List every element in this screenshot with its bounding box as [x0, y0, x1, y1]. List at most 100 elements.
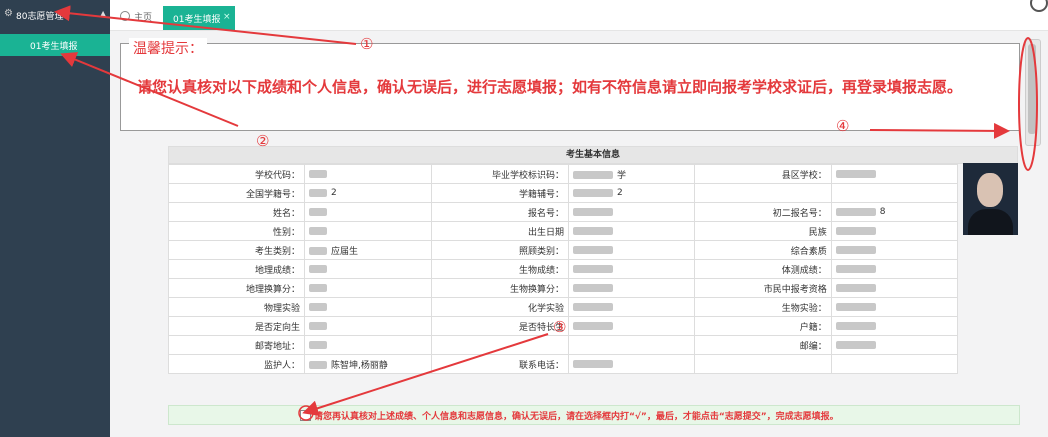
field-label: 县区学校： — [694, 164, 832, 184]
chevron-up-icon: ▲ — [100, 9, 107, 18]
field-value-text: 应届生 — [330, 246, 358, 257]
field-value-text: 2 — [330, 188, 337, 198]
field-value — [830, 354, 959, 374]
field-label: 学校代码： — [168, 164, 305, 184]
redacted-value — [573, 321, 614, 330]
redacted-value — [308, 264, 327, 273]
field-label: 户籍： — [694, 316, 832, 336]
field-label: 报名号： — [431, 202, 570, 222]
annotation-label-4: ④ — [836, 117, 850, 135]
gear-icon: ⚙ — [4, 8, 13, 19]
field-label: 生物成绩： — [431, 259, 570, 279]
sidebar-item-student-fill[interactable]: 01考生填报 — [0, 34, 110, 56]
scrollbar[interactable] — [1025, 39, 1041, 146]
field-value — [568, 202, 696, 222]
field-value — [830, 297, 959, 317]
field-value — [568, 316, 696, 336]
field-label: 联系电话： — [431, 354, 570, 374]
field-value — [568, 259, 696, 279]
field-label: 照顾类别： — [431, 240, 570, 260]
redacted-value — [308, 340, 327, 349]
field-label: 物理实验 — [168, 297, 305, 317]
annotation-label-1: ① — [360, 35, 374, 53]
field-value — [568, 297, 696, 317]
field-label: 监护人： — [168, 354, 305, 374]
field-label: 地理成绩： — [168, 259, 305, 279]
field-label: 邮编： — [694, 335, 832, 355]
student-photo — [963, 163, 1018, 235]
confirm-text: 请您再认真核对上述成绩、个人信息和志愿信息，确认无误后，请在选择框内打“√”，最… — [314, 412, 839, 422]
sidebar-item-label: 01考生填报 — [30, 42, 78, 52]
redacted-value — [835, 340, 876, 349]
tab-student-fill[interactable]: 01考生填报 × — [163, 6, 235, 30]
table-row: 学校代码： 毕业学校标识码： 学 县区学校： — [168, 164, 959, 184]
field-label: 性别： — [168, 221, 305, 241]
field-value — [830, 259, 959, 279]
field-value-text: 2 — [617, 188, 623, 198]
sidebar-header[interactable]: ⚙ 80志愿管理 ▲ — [0, 0, 110, 30]
redacted-value — [573, 359, 614, 368]
field-value-text: 陈智坤,杨丽静 — [330, 360, 388, 371]
table-row: 邮寄地址： 邮编： — [168, 335, 959, 355]
field-label: 综合素质 — [694, 240, 832, 260]
table-row: 姓名： 报名号： 初二报名号： 8 — [168, 202, 959, 222]
field-value — [830, 164, 959, 184]
field-label — [694, 354, 832, 374]
field-value — [303, 164, 433, 184]
home-icon — [120, 11, 130, 21]
field-value: 8 — [830, 202, 959, 222]
field-label: 化学实验 — [431, 297, 570, 317]
field-value — [830, 316, 959, 336]
field-label: 地理换算分： — [168, 278, 305, 298]
table-row: 性别： 出生日期 民族 — [168, 221, 959, 241]
redacted-value — [835, 283, 876, 292]
field-value: 陈智坤,杨丽静 — [303, 354, 433, 374]
field-value — [568, 240, 696, 260]
field-label: 民族 — [694, 221, 832, 241]
photo-body — [968, 209, 1013, 235]
table-row: 全国学籍号： 2 学籍辅号： 2 — [168, 183, 959, 203]
field-value — [568, 335, 696, 355]
redacted-value — [308, 321, 327, 330]
table-row: 地理换算分： 生物换算分： 市民中报考资格 — [168, 278, 959, 298]
field-label — [694, 183, 832, 203]
field-value: 应届生 — [303, 240, 433, 260]
field-label: 姓名： — [168, 202, 305, 222]
notice-box: 温馨提示： 请您认真核对以下成绩和个人信息，确认无误后，进行志愿填报；如有不符信… — [120, 38, 1020, 131]
student-info-table: 学校代码： 毕业学校标识码： 学 县区学校： 全国学籍号： 2 学籍辅号： 2 姓名： 报名号： 初… — [168, 164, 959, 374]
tab-home-label: 主页 — [134, 13, 153, 23]
redacted-value — [308, 283, 327, 292]
redacted-value — [835, 207, 876, 216]
redacted-value — [573, 302, 614, 311]
redacted-value — [308, 188, 327, 197]
field-value — [830, 278, 959, 298]
redacted-value — [573, 207, 614, 216]
table-row: 监护人： 陈智坤,杨丽静 联系电话： — [168, 354, 959, 374]
field-value — [568, 221, 696, 241]
field-label: 学籍辅号： — [431, 183, 570, 203]
student-info-panel: 考生基本信息 学校代码： 毕业学校标识码： 学 县区学校： 全国学籍号： 2 学籍辅号： 2 姓… — [168, 146, 1018, 374]
redacted-value — [573, 188, 614, 197]
notice-message: 请您认真核对以下成绩和个人信息，确认无误后，进行志愿填报；如有不符信息请立即向报… — [137, 78, 963, 96]
close-icon[interactable]: × — [223, 12, 231, 22]
table-row: 物理实验 化学实验 生物实验： — [168, 297, 959, 317]
confirm-checkbox[interactable] — [300, 410, 311, 421]
field-value-text: 学 — [617, 170, 627, 181]
field-label: 毕业学校标识码： — [431, 164, 570, 184]
field-value — [568, 354, 696, 374]
notice-legend: 温馨提示： — [129, 38, 207, 58]
scrollbar-thumb[interactable] — [1028, 44, 1036, 134]
redacted-value — [835, 321, 876, 330]
redacted-value — [308, 207, 327, 216]
redacted-value — [835, 302, 876, 311]
redacted-value — [573, 283, 614, 292]
tab-home[interactable]: 主页 — [120, 10, 152, 23]
table-row: 考生类别： 应届生 照顾类别： 综合素质 — [168, 240, 959, 260]
field-value — [303, 202, 433, 222]
field-value: 学 — [568, 164, 696, 184]
redacted-value — [573, 264, 614, 273]
redacted-value — [835, 226, 876, 235]
photo-face — [977, 173, 1003, 207]
redacted-value — [573, 245, 614, 254]
field-label: 是否特长生 — [431, 316, 570, 336]
